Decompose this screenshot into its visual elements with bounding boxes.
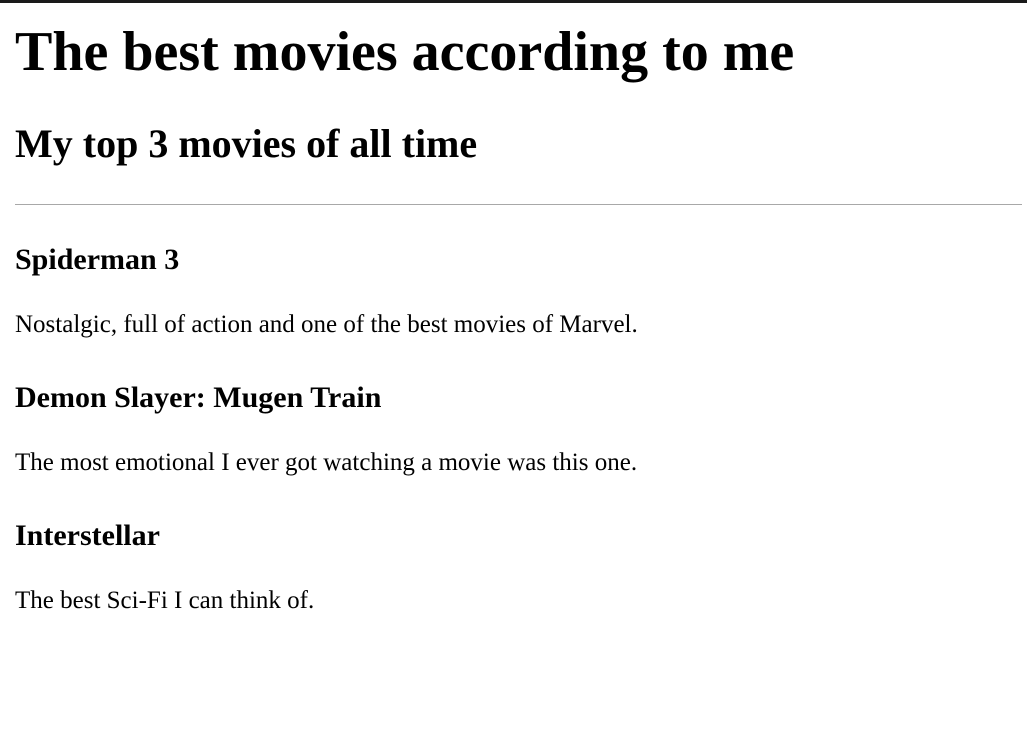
page-title: The best movies according to me (15, 21, 795, 83)
movie-title: Interstellar (15, 519, 160, 552)
movie-title: Spiderman 3 (15, 243, 180, 276)
movie-item-spiderman-3: Spiderman 3 Nostalgic, full of action an… (15, 240, 1022, 341)
movie-description: The best Sci-Fi I can think of. (15, 587, 315, 614)
movie-item-demon-slayer: Demon Slayer: Mugen Train The most emoti… (15, 378, 1022, 479)
movie-list: Spiderman 3 Nostalgic, full of action an… (15, 205, 1022, 617)
page-content: The best movies according to me My top 3… (0, 3, 1027, 617)
movie-description: The most emotional I ever got watching a… (15, 449, 638, 476)
movie-item-interstellar: Interstellar The best Sci-Fi I can think… (15, 516, 1022, 617)
movie-description: Nostalgic, full of action and one of the… (15, 311, 638, 338)
movie-title: Demon Slayer: Mugen Train (15, 381, 382, 414)
page-subtitle: My top 3 movies of all time (15, 121, 478, 166)
